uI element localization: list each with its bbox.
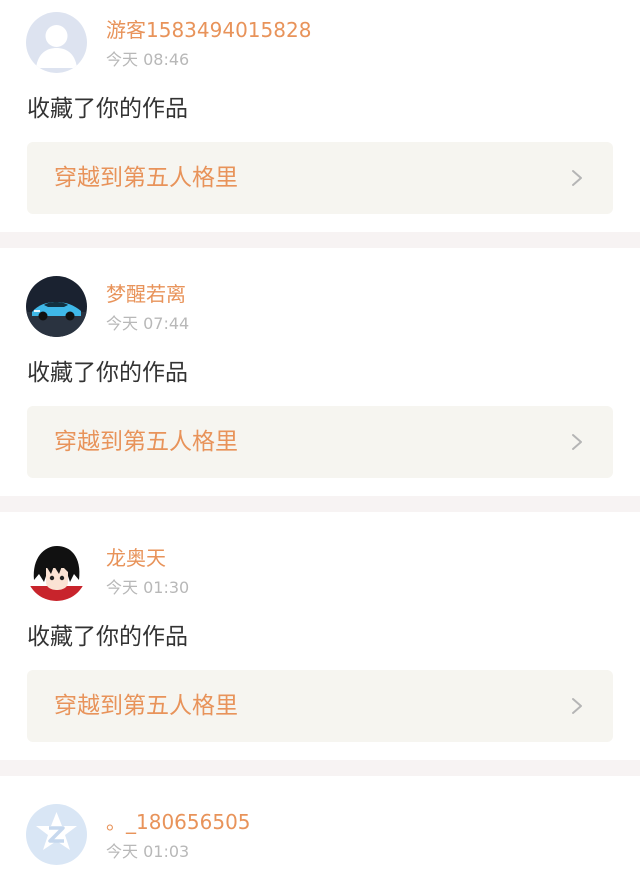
timestamp: 今天 07:44 [106, 314, 190, 333]
action-text: 收藏了你的作品 [27, 360, 188, 386]
work-link-button[interactable]: 穿越到第五人格里 [27, 406, 613, 478]
chevron-right-icon [567, 168, 587, 188]
notification-feed: 游客1583494015828 今天 08:46 收藏了你的作品 穿越到第五人格… [0, 0, 640, 877]
work-title: 穿越到第五人格里 [54, 429, 238, 455]
card-separator [0, 232, 640, 248]
card-separator [0, 760, 640, 776]
timestamp: 今天 01:30 [106, 578, 190, 597]
timestamp: 今天 08:46 [106, 50, 190, 69]
user-avatar[interactable] [26, 276, 87, 337]
chevron-right-icon [567, 432, 587, 452]
work-link-button[interactable]: 穿越到第五人格里 [27, 670, 613, 742]
default-user-icon [26, 12, 87, 73]
username[interactable]: 游客1583494015828 [106, 18, 311, 42]
notification-card: 。_180656505 今天 01:03 [0, 776, 640, 877]
anime-boy-avatar-icon [26, 540, 87, 601]
work-title: 穿越到第五人格里 [54, 165, 238, 191]
action-text: 收藏了你的作品 [27, 624, 188, 650]
card-separator [0, 496, 640, 512]
user-avatar[interactable] [26, 540, 87, 601]
z-logo-avatar-icon [26, 804, 87, 865]
username[interactable]: 龙奥天 [106, 546, 166, 570]
user-avatar[interactable] [26, 12, 87, 73]
car-avatar-icon [26, 276, 87, 337]
work-link-button[interactable]: 穿越到第五人格里 [27, 142, 613, 214]
chevron-right-icon [567, 696, 587, 716]
notification-card: 龙奥天 今天 01:30 收藏了你的作品 穿越到第五人格里 [0, 512, 640, 760]
action-text: 收藏了你的作品 [27, 96, 188, 122]
user-avatar[interactable] [26, 804, 87, 865]
work-title: 穿越到第五人格里 [54, 693, 238, 719]
notification-card: 梦醒若离 今天 07:44 收藏了你的作品 穿越到第五人格里 [0, 248, 640, 496]
timestamp: 今天 01:03 [106, 842, 190, 861]
username[interactable]: 。_180656505 [106, 810, 251, 834]
notification-card: 游客1583494015828 今天 08:46 收藏了你的作品 穿越到第五人格… [0, 0, 640, 232]
username[interactable]: 梦醒若离 [106, 282, 186, 306]
